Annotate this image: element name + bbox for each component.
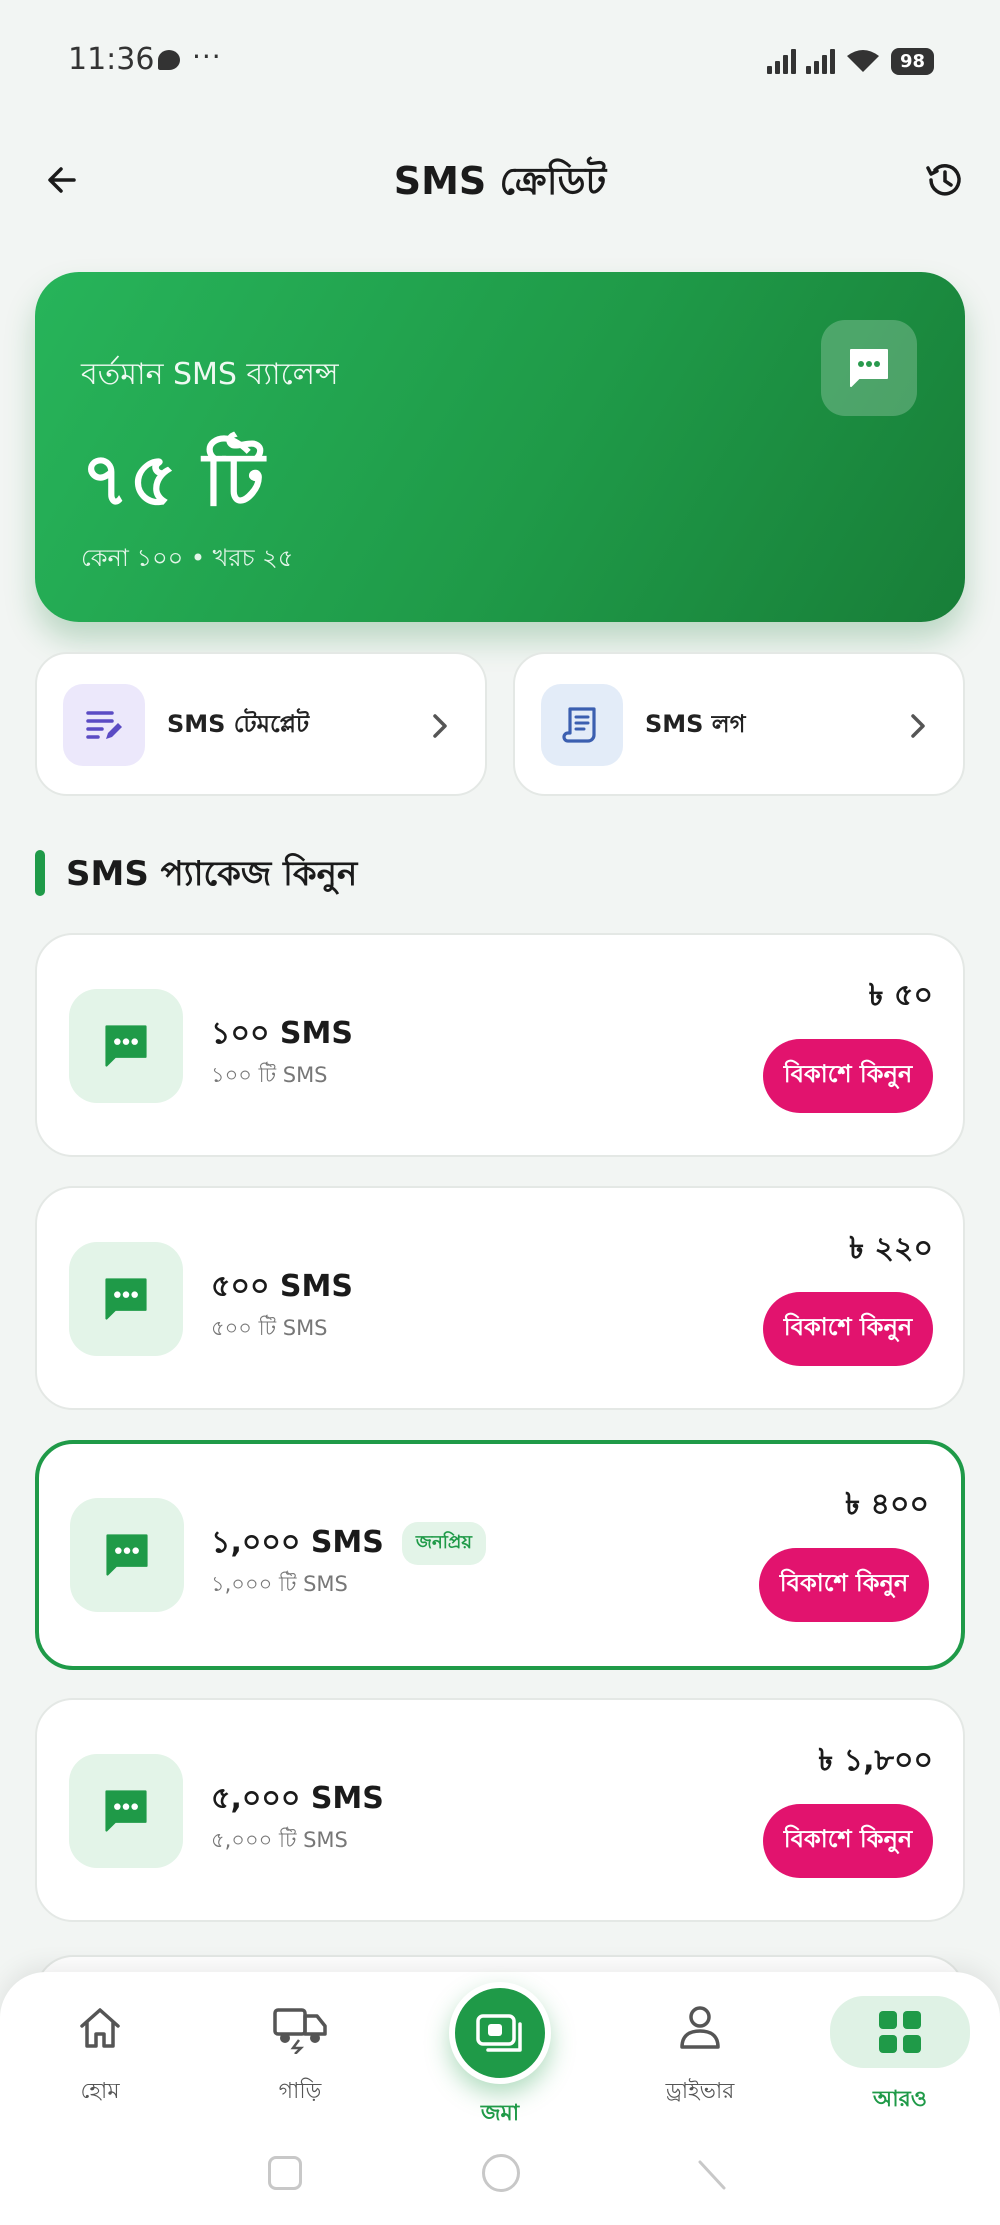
page-title: SMS ক্রেডিট (393, 159, 607, 203)
chevron-right-icon (433, 714, 447, 738)
truck-icon (230, 1996, 370, 2060)
package-title-text: ৫০০ SMS (211, 1269, 353, 1304)
package-subtitle: ৫,০০০ টি SMS (211, 1828, 348, 1852)
person-icon (630, 1996, 770, 2060)
package-title: ১,০০০ SMS জনপ্রিয় (211, 1518, 486, 1569)
package-title: ১০০ SMS (211, 1009, 353, 1060)
nav-driver[interactable]: ড্রাইভার (630, 1996, 770, 2126)
nav-home-label: হোম (80, 2079, 120, 2104)
nav-home[interactable]: হোম (30, 1996, 170, 2126)
cash-icon (476, 2014, 522, 2052)
package-title: ৫,০০০ SMS (211, 1774, 384, 1825)
signal-icon (766, 48, 796, 74)
package-price: ৳ ১,৮০০ (818, 1743, 933, 1778)
more-notifications-icon: ··· (192, 40, 222, 73)
section-title: SMS প্যাকেজ কিনুন (66, 854, 358, 894)
signal-icon-2 (805, 48, 835, 74)
bkash-buy-button[interactable]: বিকাশে কিনুন (763, 1292, 933, 1366)
grid-icon (830, 1996, 970, 2068)
package-card: ৫,০০০ SMS ৫,০০০ টি SMS ৳ ১,৮০০ বিকাশে কি… (35, 1698, 965, 1922)
system-back-button[interactable] (694, 2158, 730, 2192)
status-indicators: 98 (766, 46, 934, 76)
home-button[interactable] (482, 2154, 520, 2192)
package-card-popular: ১,০০০ SMS জনপ্রিয় ১,০০০ টি SMS ৳ ৪০০ বি… (35, 1440, 965, 1670)
chat-bubble-icon (69, 1754, 183, 1868)
package-price: ৳ ৪০০ (845, 1487, 929, 1522)
history-button[interactable] (918, 154, 970, 206)
history-icon (926, 164, 961, 196)
package-price: ৳ ৫০ (868, 978, 933, 1013)
nav-deposit-label: জমা (480, 2101, 520, 2126)
wifi-icon (846, 50, 879, 72)
chat-bubble-icon (69, 1242, 183, 1356)
package-subtitle: ১০০ টি SMS (211, 1063, 328, 1087)
sms-template-label: SMS টেমপ্লেট (167, 710, 310, 738)
sms-log-label: SMS লগ (645, 710, 746, 738)
package-card: ৫০০ SMS ৫০০ টি SMS ৳ ২২০ বিকাশে কিনুন (35, 1186, 965, 1410)
home-icon (30, 1996, 170, 2060)
bkash-buy-button[interactable]: বিকাশে কিনুন (763, 1039, 933, 1113)
recent-apps-button[interactable] (268, 2156, 302, 2190)
status-bar: 11:36 ··· 98 (0, 0, 1000, 120)
chevron-right-icon (911, 714, 925, 738)
balance-label: বর্তমান SMS ব্যালেন্স (81, 357, 339, 392)
balance-summary: কেনা ১০০ • খরচ ২৫ (81, 544, 294, 572)
package-title-text: ১,০০০ SMS (211, 1525, 384, 1560)
sms-log-button[interactable]: SMS লগ (513, 652, 965, 796)
receipt-icon (541, 684, 623, 766)
bkash-buy-button[interactable]: বিকাশে কিনুন (759, 1548, 929, 1622)
bkash-buy-button[interactable]: বিকাশে কিনুন (763, 1804, 933, 1878)
nav-more-label: আরও (873, 2087, 927, 2112)
nav-driver-label: ড্রাইভার (665, 2079, 735, 2104)
package-title-text: ১০০ SMS (211, 1016, 353, 1051)
chat-bubble-icon (69, 989, 183, 1103)
package-title: ৫০০ SMS (211, 1262, 353, 1313)
chat-bubble-icon (70, 1498, 184, 1612)
status-time: 11:36 (68, 42, 155, 77)
edit-list-icon (63, 684, 145, 766)
message-notification-icon (158, 50, 180, 70)
package-price: ৳ ২২০ (849, 1231, 933, 1266)
nav-vehicle[interactable]: গাড়ি (230, 1996, 370, 2126)
package-subtitle: ৫০০ টি SMS (211, 1316, 328, 1340)
package-title-text: ৫,০০০ SMS (211, 1781, 384, 1816)
balance-value: ৭৫ টি (81, 437, 265, 523)
balance-card: বর্তমান SMS ব্যালেন্স ৭৫ টি কেনা ১০০ • খ… (35, 272, 965, 622)
nav-deposit-button[interactable] (449, 1982, 551, 2084)
package-card: ১০০ SMS ১০০ টি SMS ৳ ৫০ বিকাশে কিনুন (35, 933, 965, 1157)
popular-badge: জনপ্রিয় (401, 1522, 486, 1565)
nav-more[interactable]: আরও (830, 1996, 970, 2126)
section-accent-bar (35, 850, 45, 896)
sms-template-button[interactable]: SMS টেমপ্লেট (35, 652, 487, 796)
system-nav-bar (0, 2140, 1000, 2210)
nav-vehicle-label: গাড়ি (278, 2079, 322, 2104)
chat-bubble-icon (821, 320, 917, 416)
app-header: SMS ক্রেডিট (0, 140, 1000, 220)
package-subtitle: ১,০০০ টি SMS (211, 1572, 348, 1596)
battery-indicator: 98 (890, 47, 934, 75)
